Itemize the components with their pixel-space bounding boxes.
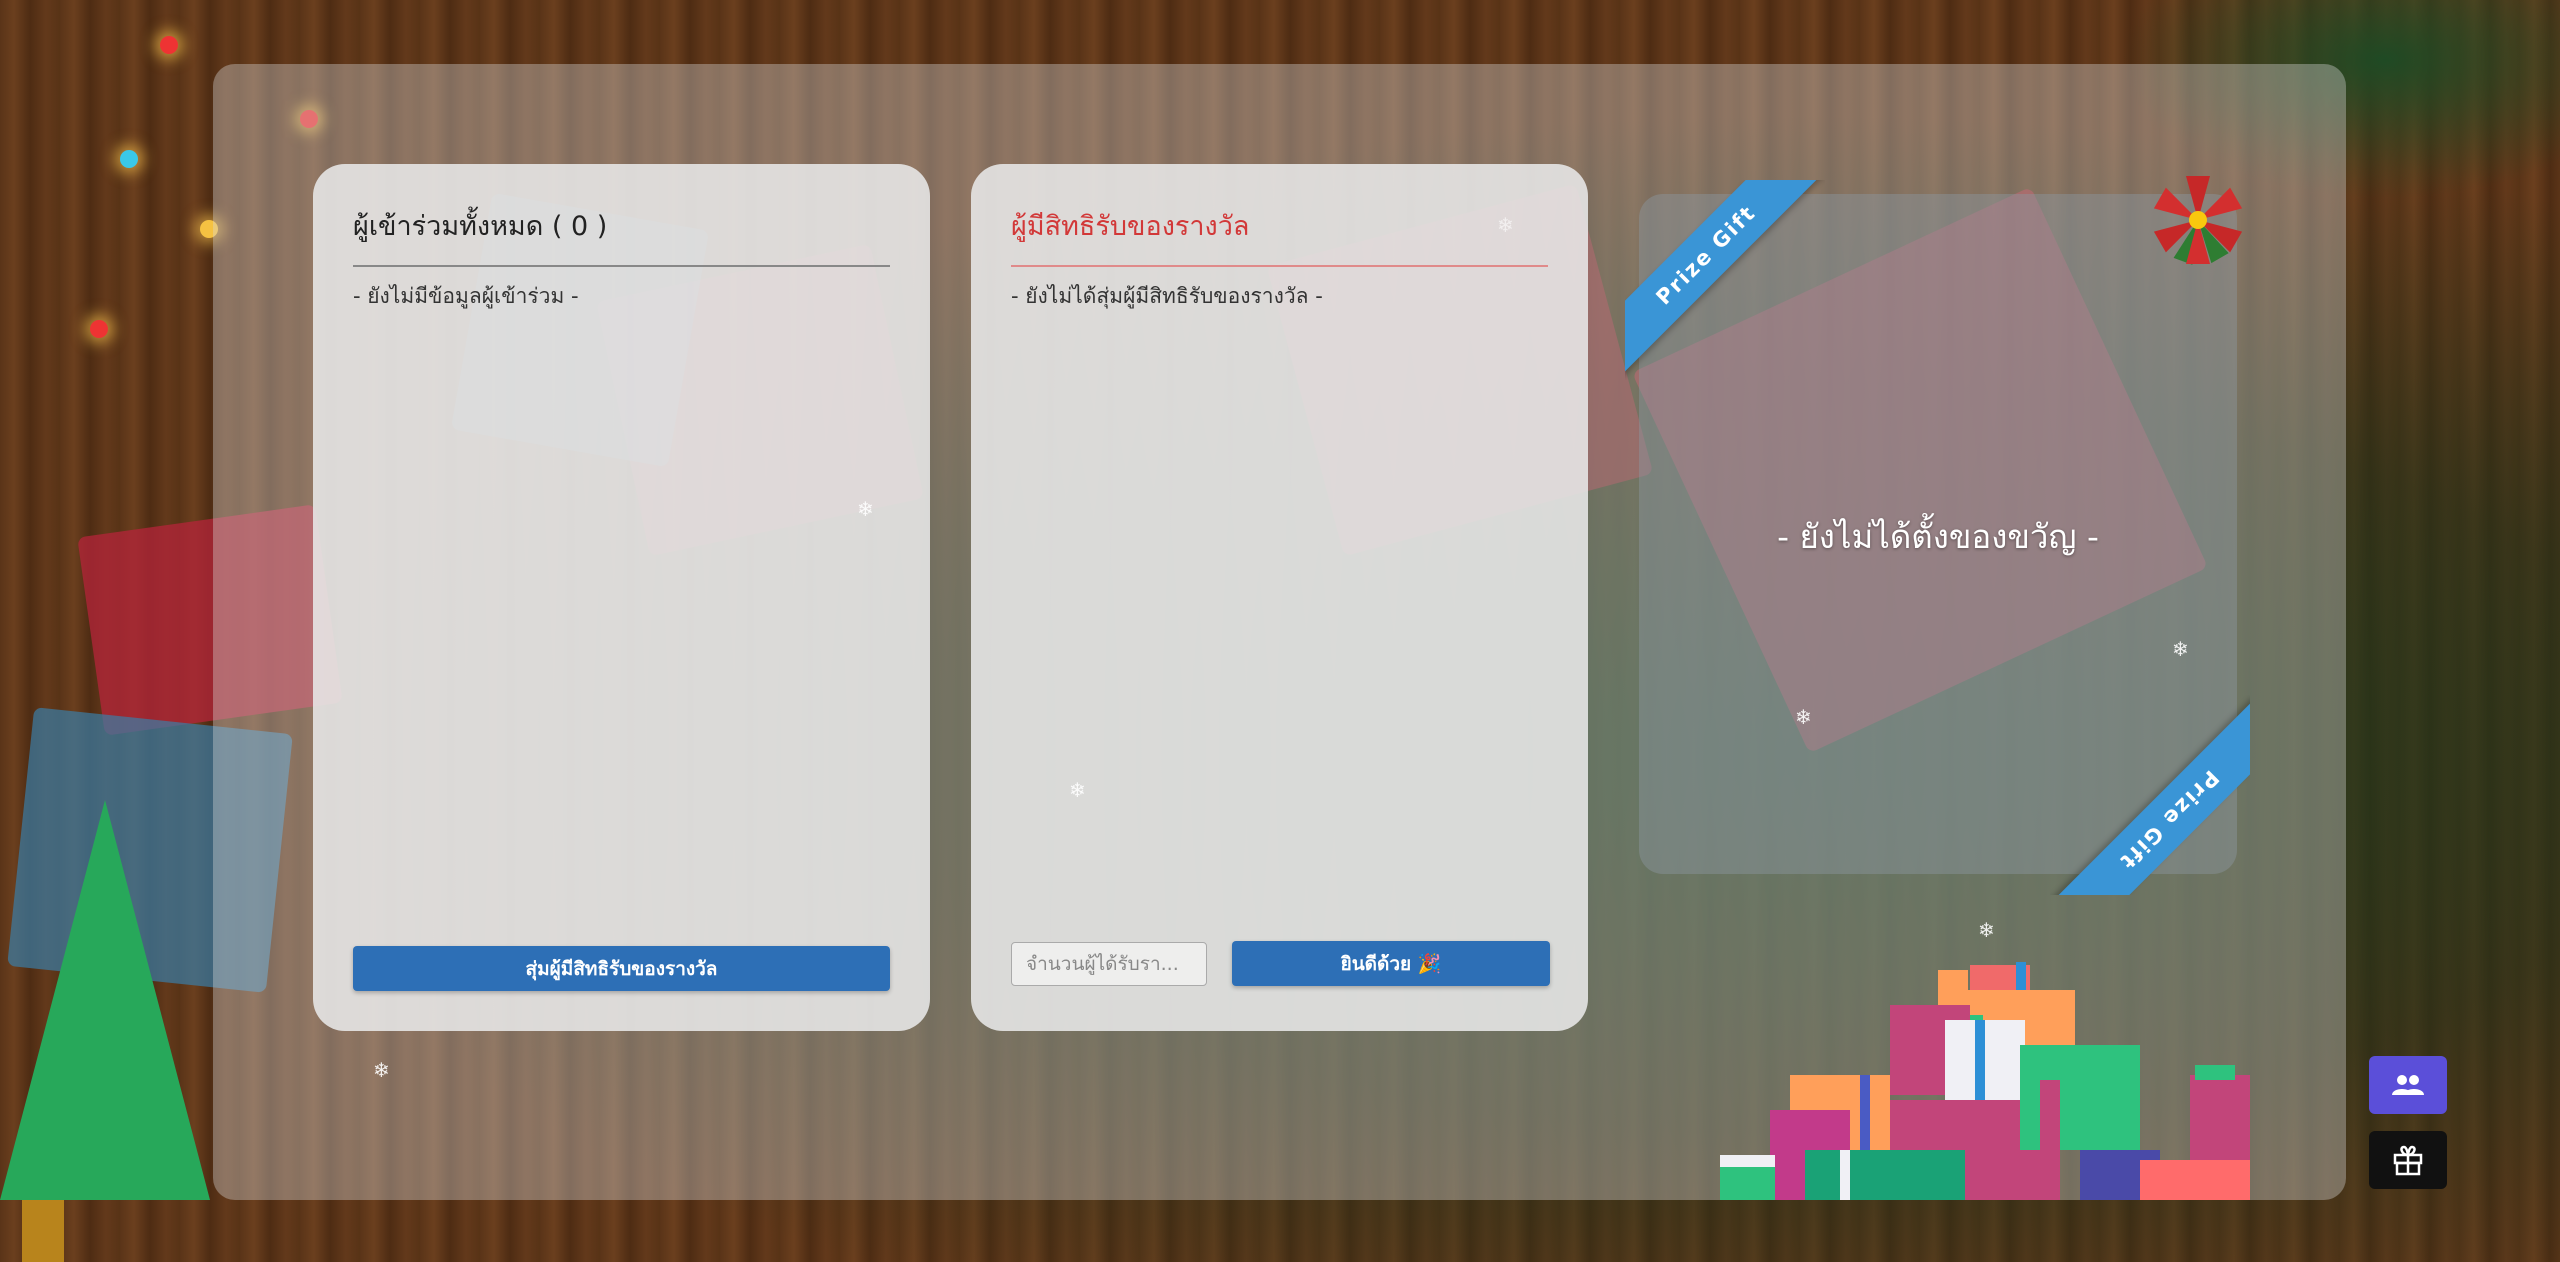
string-light bbox=[90, 320, 108, 338]
participants-fab-button[interactable] bbox=[2369, 1056, 2447, 1114]
prize-ribbon-bottom: Prize Gift bbox=[2050, 695, 2250, 895]
congrats-button[interactable]: ยินดีด้วย 🎉 bbox=[1232, 941, 1550, 986]
gift-stack-illustration bbox=[1720, 962, 2250, 1200]
snowflake-icon: ❄ bbox=[1497, 213, 1514, 237]
snowflake-icon: ❄ bbox=[2172, 637, 2189, 661]
christmas-tree bbox=[0, 800, 210, 1200]
gift-icon bbox=[2393, 1145, 2423, 1176]
snowflake-icon: ❄ bbox=[857, 497, 874, 521]
users-icon bbox=[2392, 1075, 2424, 1095]
tree-trunk bbox=[22, 1200, 64, 1262]
winners-card: ผู้มีสิทธิรับของรางวัล - ยังไม่ได้สุ่มผู… bbox=[971, 164, 1588, 1031]
string-light bbox=[160, 36, 178, 54]
snowflake-icon: ❄ bbox=[373, 1058, 390, 1082]
snowflake-icon: ❄ bbox=[1795, 705, 1812, 729]
random-winners-button[interactable]: สุ่มผู้มีสิทธิรับของรางวัล bbox=[353, 946, 890, 991]
prize-ribbon-label: Prize Gift bbox=[2050, 699, 2250, 895]
participants-card: ผู้เข้าร่วมทั้งหมด ( 0 ) - ยังไม่มีข้อมู… bbox=[313, 164, 930, 1031]
prize-ribbon-top: Prize Gift bbox=[1625, 180, 1825, 380]
snowflake-icon: ❄ bbox=[1069, 778, 1086, 802]
participants-empty-text: - ยังไม่มีข้อมูลผู้เข้าร่วม - bbox=[353, 284, 579, 308]
winner-count-input[interactable] bbox=[1011, 942, 1207, 986]
poinsettia-icon bbox=[2153, 176, 2243, 265]
participants-title: ผู้เข้าร่วมทั้งหมด ( 0 ) bbox=[353, 204, 890, 267]
winners-empty-text: - ยังไม่ได้สุ่มผู้มีสิทธิรับของรางวัล - bbox=[1011, 284, 1323, 308]
prize-empty-text: - ยังไม่ได้ตั้งของขวัญ - bbox=[1777, 517, 2099, 556]
prize-ribbon-label: Prize Gift bbox=[1625, 180, 1825, 376]
winners-title: ผู้มีสิทธิรับของรางวัล bbox=[1011, 204, 1548, 267]
prize-fab-button[interactable] bbox=[2369, 1131, 2447, 1189]
string-light bbox=[120, 150, 138, 168]
